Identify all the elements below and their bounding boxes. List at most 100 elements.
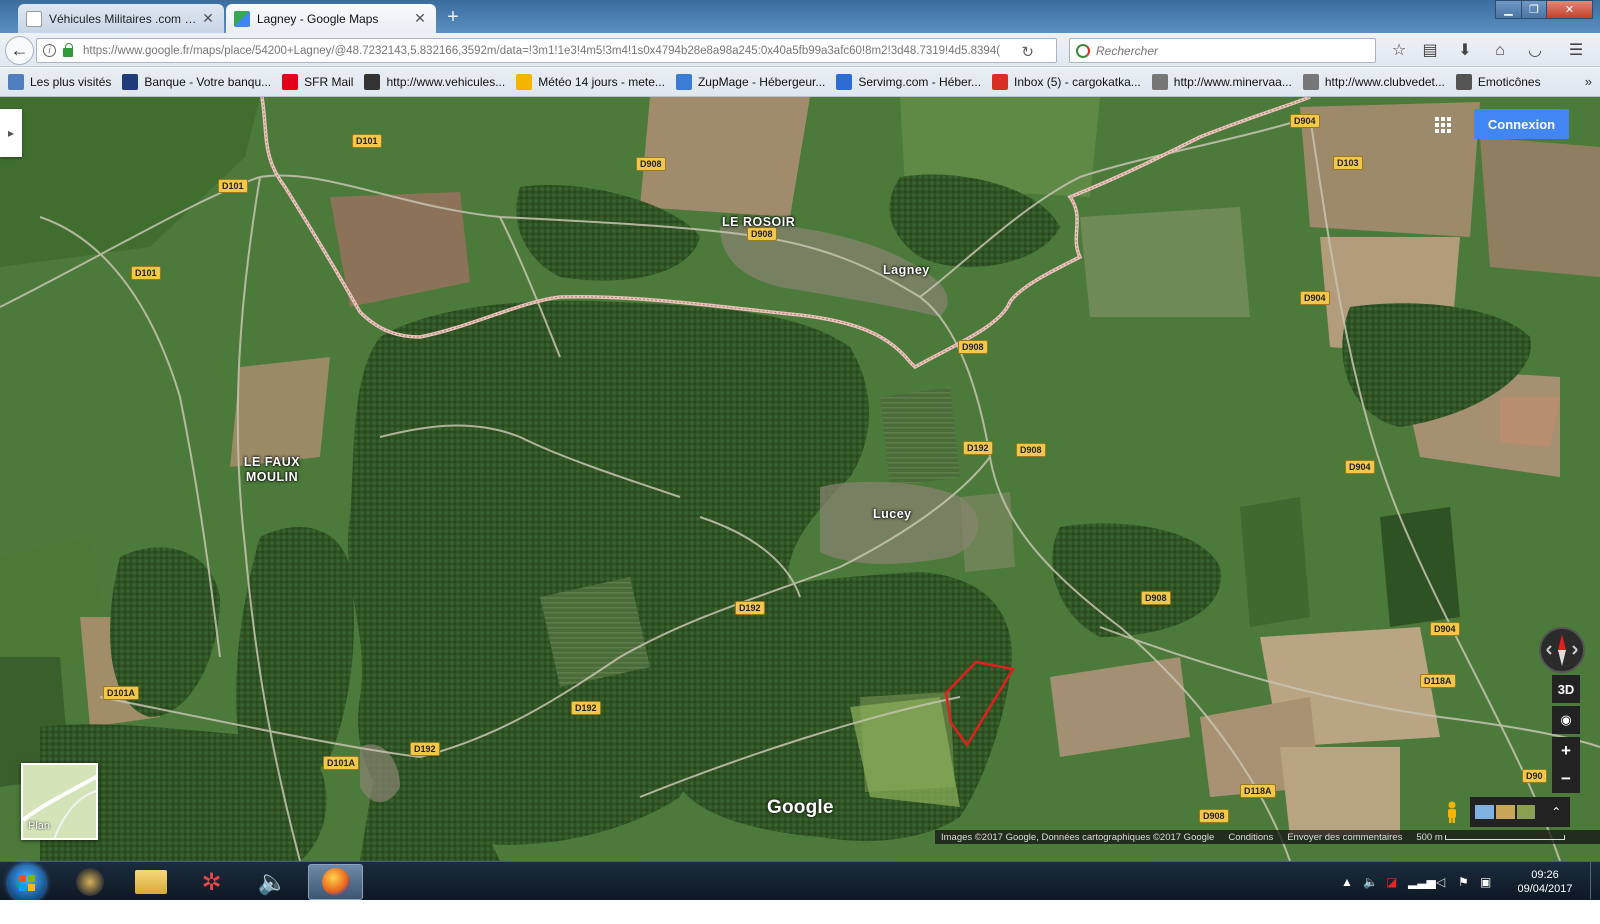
start-button[interactable] [8,864,46,902]
scale-label[interactable]: 500 m [1416,832,1442,843]
google-search-icon [1076,43,1090,58]
side-panel-toggle[interactable]: ▸ [0,109,22,157]
network-tray-icon[interactable]: ▂▃▅ [1408,875,1436,889]
place-label-le-faux-moulin[interactable]: LE FAUX MOULIN [236,455,308,485]
bookmark-label: Les plus visités [30,75,112,89]
road-shield: D101 [131,266,161,280]
soldier-icon [364,74,381,90]
t-icon [675,74,692,90]
search-input[interactable] [1096,43,1366,58]
search-bar[interactable] [1069,38,1376,63]
connexion-button[interactable]: Connexion [1474,109,1569,139]
road-shield: D192 [963,441,993,455]
road-shield: D90 [1522,769,1547,783]
sound-tray-icon[interactable]: ◁ [1436,875,1445,889]
bookmarks-overflow-icon[interactable]: » [1585,74,1592,89]
scale-bar [1444,834,1565,840]
show-hidden-icons[interactable]: ▲ [1341,875,1353,889]
pocket-icon[interactable]: ◡ [1525,41,1545,61]
star-icon [8,74,24,90]
antivirus-tray-icon[interactable]: ◪ [1386,875,1397,889]
satellite-map[interactable]: D101 D101 D101 D908 D908 D908 D908 D908 D908 D192… [0,97,1600,861]
bookmark-item[interactable]: Inbox (5) - cargokatka... [992,74,1141,90]
terms-link[interactable]: Conditions [1228,832,1273,843]
my-location-button[interactable]: ◉ [1552,706,1580,734]
imagery-thumb-2[interactable] [1495,805,1515,819]
road-shield: D904 [1430,622,1460,636]
taskbar-audio[interactable]: 🔈 [245,864,300,900]
road-shield: D101A [323,756,360,770]
close-icon[interactable]: ✕ [200,10,216,27]
reload-icon[interactable]: ↻ [1021,43,1034,61]
bookmark-label: http://www.minervaa... [1173,75,1292,89]
place-label-lucey[interactable]: Lucey [873,507,912,522]
taskbar-app-3[interactable]: ✲ [184,864,239,900]
system-clock[interactable]: 09:26 09/04/2017 [1502,868,1588,896]
new-tab-button[interactable]: + [441,6,465,30]
download-icon[interactable]: ⬇ [1455,41,1475,61]
chevron-up-icon[interactable]: ⌃ [1551,805,1570,819]
3d-button[interactable]: 3D [1552,675,1580,703]
taskbar-firefox[interactable] [308,864,363,900]
place-label-le-rosoir[interactable]: LE ROSOIR [722,215,795,230]
bookmark-item[interactable]: Servimg.com - Héber... [836,74,981,90]
minimize-button[interactable]: ▁ [1495,0,1522,19]
taskbar-app-1[interactable] [62,864,117,900]
street-view-pegman[interactable] [1437,797,1467,827]
bookmark-item[interactable]: Banque - Votre banqu... [122,74,271,90]
imagery-carousel[interactable]: ⌃ [1470,797,1570,827]
tab-label: Véhicules Militaires .com • ... [49,11,200,26]
bookmark-item[interactable]: ZupMage - Hébergeur... [675,74,826,90]
url-bar[interactable]: i https://www.google.fr/maps/place/54200… [36,38,1057,63]
imagery-thumb-3[interactable] [1516,805,1536,819]
folder-icon [134,870,167,894]
back-button[interactable]: ← [5,36,34,65]
compass-control[interactable] [1539,627,1585,673]
maximize-button[interactable]: ❐ [1521,0,1547,19]
bookmark-star-icon[interactable]: ☆ [1389,41,1409,61]
volume-tray-icon[interactable]: 🔈 [1363,875,1378,889]
reading-list-icon[interactable]: ▤ [1420,41,1440,61]
google-logo: Google [767,797,834,818]
bookmark-label: http://www.clubvedet... [1324,75,1445,89]
action-center-flag-icon[interactable]: ⚑ [1458,875,1469,889]
home-icon[interactable]: ⌂ [1490,41,1510,61]
zoom-out-button[interactable]: − [1552,765,1580,793]
device-tray-icon[interactable]: ▣ [1480,875,1491,889]
close-icon[interactable]: ✕ [412,10,428,27]
menu-icon[interactable]: ☰ [1566,41,1586,61]
tab-vehicules-militaires[interactable]: Véhicules Militaires .com • ... ✕ [18,4,224,33]
taskbar-explorer[interactable] [123,864,178,900]
road-shield: D192 [410,742,440,756]
bookmark-item[interactable]: Météo 14 jours - mete... [516,74,665,90]
bookmark-item[interactable]: SFR Mail [282,74,353,90]
bank-icon [122,74,139,90]
globe-icon [1151,74,1168,90]
emoticon-icon [1455,74,1472,90]
close-window-button[interactable]: ✕ [1546,0,1593,19]
settings-icon: ✲ [201,868,222,896]
firefox-icon [321,868,350,896]
map-layer-toggle[interactable]: Plan [21,763,98,840]
info-icon[interactable]: i [43,44,56,57]
url-text[interactable]: https://www.google.fr/maps/place/54200+L… [83,45,1018,57]
bookmark-item[interactable]: Emoticônes [1455,74,1541,90]
road-shield: D904 [1290,114,1320,128]
bookmark-label: Inbox (5) - cargokatka... [1014,75,1141,89]
road-shield: D904 [1345,460,1375,474]
apps-grid-icon[interactable] [1435,117,1451,133]
globe-icon [1302,74,1319,90]
tab-google-maps[interactable]: Lagney - Google Maps ✕ [226,4,436,33]
bookmark-item[interactable]: http://www.minervaa... [1151,74,1292,90]
screen-bottom [0,900,1600,924]
show-desktop-button[interactable] [1590,862,1600,901]
bookmark-item[interactable]: http://www.vehicules... [364,74,505,90]
place-label-lagney[interactable]: Lagney [883,263,930,278]
bookmark-item[interactable]: Les plus visités [8,74,111,90]
imagery-thumb-1[interactable] [1475,805,1494,819]
bookmark-label: ZupMage - Hébergeur... [697,75,826,89]
chevron-right-icon: ▸ [7,126,15,140]
feedback-link[interactable]: Envoyer des commentaires [1287,832,1402,843]
bookmark-item[interactable]: http://www.clubvedet... [1302,74,1445,90]
zoom-in-button[interactable]: + [1552,737,1580,765]
